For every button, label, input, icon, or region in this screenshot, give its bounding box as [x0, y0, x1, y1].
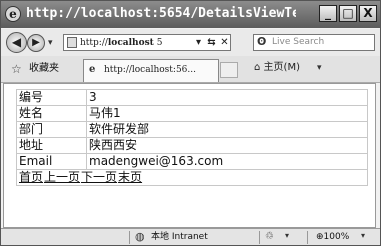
back-button[interactable]: ◀: [6, 32, 27, 53]
favorites-bar: ☆ 收藏夹 e http://localhost:56... ⌂ 主页(M) ▾: [1, 56, 380, 83]
compat-icon[interactable]: ⇆: [205, 36, 218, 49]
stop-icon[interactable]: ✕: [218, 36, 231, 49]
security-zone: 本地 Intranet: [151, 232, 208, 242]
status-separator: [259, 231, 260, 244]
pager-cell: 首页上一页下一页末页: [16, 169, 368, 186]
field-value: 软件研发部: [86, 121, 368, 138]
field-label: 部门: [16, 121, 87, 138]
status-bar: ◍ 本地 Intranet ♲ ▾ ⊕100% ▾: [1, 228, 380, 245]
protected-mode-icon[interactable]: ♲: [265, 230, 281, 243]
pager-row: 首页上一页下一页末页: [16, 169, 368, 186]
title-bar: e http://localhost:5654/DetailsViewTest.…: [1, 1, 380, 28]
navigation-bar: ◀ ▶ ▾ http://localhost 5 ▾ ⇆ ✕ ʘ Live Se…: [1, 29, 380, 56]
page-content: 编号 3 姓名 马伟1 部门 软件研发部 地址 陕西西安 Email madengwei@163.…: [3, 83, 376, 228]
home-icon: ⌂: [254, 62, 261, 73]
minimize-button[interactable]: _: [319, 5, 337, 22]
detail-row: 姓名 马伟1: [16, 105, 368, 122]
next-page-link[interactable]: 下一页: [81, 170, 117, 184]
status-dropdown-icon[interactable]: ▾: [285, 229, 289, 243]
zoom-icon: ⊕: [316, 232, 324, 242]
status-separator: [129, 231, 130, 244]
field-value: 马伟1: [86, 105, 368, 122]
address-dropdown-icon[interactable]: ▾: [192, 36, 205, 49]
prev-page-link[interactable]: 上一页: [44, 170, 80, 184]
field-value: madengwei@163.com: [86, 153, 368, 170]
detail-row: Email madengwei@163.com: [16, 153, 368, 170]
field-value: 3: [86, 89, 368, 106]
field-label: 编号: [16, 89, 87, 106]
status-separator: [307, 231, 308, 244]
close-button[interactable]: X: [359, 5, 377, 22]
field-value: 陕西西安: [86, 137, 368, 154]
search-box[interactable]: ʘ Live Search: [253, 34, 375, 51]
forward-button[interactable]: ▶: [27, 34, 45, 52]
zoom-dropdown-icon[interactable]: ▾: [361, 229, 365, 243]
globe-icon: ◍: [135, 230, 145, 243]
maximize-button[interactable]: □: [339, 5, 357, 22]
favorites-button[interactable]: 收藏夹: [29, 62, 59, 76]
new-tab-button[interactable]: [220, 62, 238, 78]
detail-row: 部门 软件研发部: [16, 121, 368, 138]
tab-title: http://localhost:56...: [104, 65, 196, 75]
home-button[interactable]: ⌂ 主页(M): [254, 61, 300, 75]
zoom-level[interactable]: ⊕100%: [316, 230, 349, 244]
field-label: 地址: [16, 137, 87, 154]
ie-logo-icon: e: [5, 6, 21, 22]
search-placeholder: Live Search: [272, 37, 325, 47]
home-label: 主页(M): [263, 62, 300, 73]
details-view-table: 编号 3 姓名 马伟1 部门 软件研发部 地址 陕西西安 Email madengwei@163.…: [16, 89, 368, 186]
field-label: Email: [16, 153, 87, 170]
live-search-icon: ʘ: [257, 35, 267, 48]
favorites-star-icon[interactable]: ☆: [11, 62, 22, 76]
field-label: 姓名: [16, 105, 87, 122]
first-page-link[interactable]: 首页: [19, 170, 43, 184]
tab-ie-icon: e: [89, 64, 96, 75]
detail-row: 地址 陕西西安: [16, 137, 368, 154]
browser-tab[interactable]: e http://localhost:56...: [83, 59, 219, 82]
home-dropdown-icon[interactable]: ▾: [317, 62, 322, 74]
last-page-link[interactable]: 末页: [118, 170, 142, 184]
page-icon: [67, 37, 77, 48]
detail-row: 编号 3: [16, 89, 368, 106]
address-url[interactable]: http://localhost 5: [80, 36, 190, 50]
window-title: http://localhost:5654/DetailsViewTest.as…: [26, 6, 296, 21]
browser-window: e http://localhost:5654/DetailsViewTest.…: [0, 0, 381, 246]
address-bar[interactable]: http://localhost 5 ▾ ⇆ ✕: [63, 34, 231, 51]
history-dropdown-icon[interactable]: ▾: [48, 38, 53, 48]
